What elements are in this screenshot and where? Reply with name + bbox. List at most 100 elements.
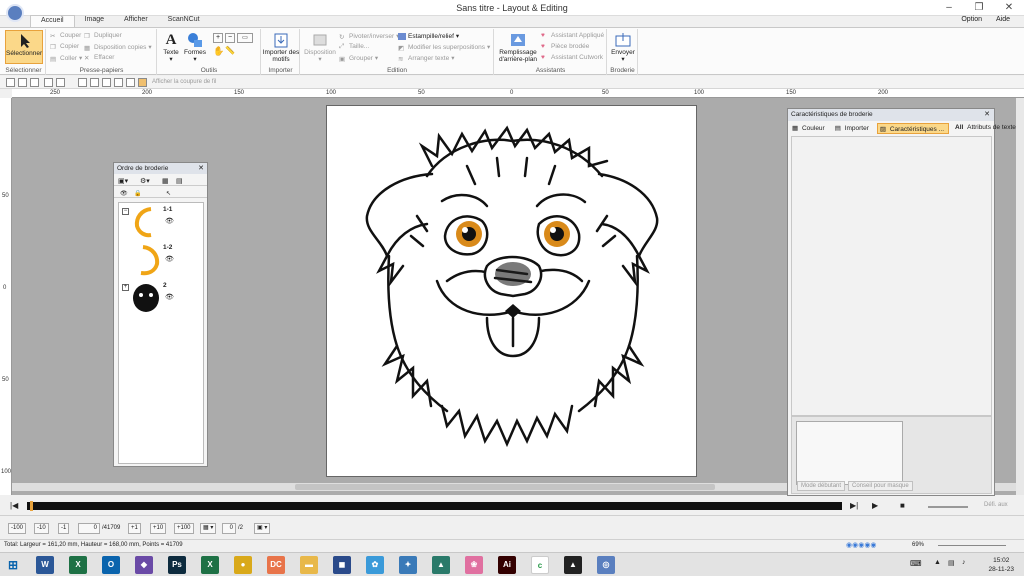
- photoshop-icon[interactable]: Ps: [168, 556, 186, 574]
- page-field[interactable]: 0: [222, 523, 236, 534]
- excel2-icon[interactable]: X: [201, 556, 219, 574]
- chrome-icon[interactable]: ●: [234, 556, 252, 574]
- filter-icon[interactable]: ⚙▾: [140, 177, 150, 185]
- import-patterns-button[interactable]: Importer des motifs: [262, 30, 300, 63]
- copy-layout-button[interactable]: ▦ Disposition copies ▾: [84, 43, 152, 52]
- design-canvas[interactable]: [326, 105, 697, 477]
- folder-icon[interactable]: ▬: [300, 556, 318, 574]
- step-plus-1-button[interactable]: +1: [128, 523, 141, 534]
- skip-forward-icon[interactable]: ▶|: [850, 501, 858, 510]
- dog-embroidery-design[interactable]: [327, 106, 696, 476]
- scroll-thumb[interactable]: [295, 484, 715, 490]
- applique-assistant-button[interactable]: ♥ Assistant Appliqué: [541, 32, 604, 39]
- step-minus-1-button[interactable]: -1: [58, 523, 70, 534]
- group-button[interactable]: ▣ Grouper ▾: [339, 54, 378, 63]
- cut-button[interactable]: ✂ Couper: [50, 32, 81, 40]
- current-stitch-field[interactable]: 0: [78, 523, 100, 534]
- stitch-icon[interactable]: [138, 78, 147, 87]
- option-menu[interactable]: Option: [961, 16, 982, 23]
- paste-button[interactable]: ▤ Coller ▾: [50, 54, 82, 63]
- list-item[interactable]: 1-2 👁: [119, 243, 203, 279]
- redo-icon[interactable]: [56, 78, 65, 87]
- list-item[interactable]: − 1-1 👁: [119, 205, 203, 241]
- beginner-mode-button[interactable]: Mode débutant: [797, 481, 846, 491]
- tab-accueil[interactable]: Accueil: [30, 15, 75, 27]
- app-menu-icon[interactable]: [6, 4, 24, 22]
- eye-icon[interactable]: 👁: [165, 255, 174, 263]
- duplicate-button[interactable]: ❐ Dupliquer: [84, 32, 122, 40]
- measure-icon[interactable]: 📏: [225, 46, 235, 56]
- page-step-button[interactable]: ▣ ▾: [254, 523, 271, 534]
- close-icon[interactable]: ✕: [994, 0, 1024, 16]
- shapes-button[interactable]: Formes ▾: [183, 30, 207, 63]
- view-mode-icons[interactable]: ◉◉◉◉◉: [846, 541, 877, 549]
- rotate-invert-button[interactable]: ↻Pivoter/inverser▾: [339, 32, 399, 41]
- step-minus-100-button[interactable]: -100: [8, 523, 27, 534]
- app-icon[interactable]: ◆: [135, 556, 153, 574]
- stop-icon[interactable]: ■: [900, 501, 905, 510]
- network-icon[interactable]: ▤: [948, 559, 955, 567]
- preview-icon[interactable]: [114, 78, 123, 87]
- color-step-button[interactable]: ▦ ▾: [200, 523, 217, 534]
- app3-icon[interactable]: ✿: [366, 556, 384, 574]
- stamp-relief-button[interactable]: Estampille/relief ▾: [398, 32, 459, 40]
- start-icon[interactable]: ⊞: [4, 556, 22, 574]
- vertical-scrollbar[interactable]: [1016, 98, 1024, 495]
- app5-icon[interactable]: ▲: [432, 556, 450, 574]
- step-minus-10-button[interactable]: -10: [34, 523, 49, 534]
- step-plus-100-button[interactable]: +100: [174, 523, 194, 534]
- illustrator-icon[interactable]: Ai: [498, 556, 516, 574]
- volume-icon[interactable]: ♪: [962, 559, 966, 566]
- modify-overlaps-button[interactable]: ◩ Modifier les superpositions ▾: [398, 43, 490, 52]
- view-icon[interactable]: [78, 78, 87, 87]
- close-icon[interactable]: ✕: [984, 110, 990, 118]
- undo-icon[interactable]: [44, 78, 53, 87]
- eye-icon[interactable]: 👁: [165, 217, 174, 225]
- delete-button[interactable]: ✕ Effacer: [84, 54, 114, 62]
- dc-icon[interactable]: DC: [267, 556, 285, 574]
- zoom-slider[interactable]: [938, 545, 1006, 546]
- keyboard-icon[interactable]: ⌨: [910, 559, 922, 568]
- maximize-icon[interactable]: ❐: [964, 0, 994, 16]
- save-icon[interactable]: [30, 78, 39, 87]
- pointer-icon[interactable]: [126, 78, 135, 87]
- select-button[interactable]: Sélectionner: [5, 30, 43, 64]
- send-button[interactable]: Envoyer ▾: [608, 30, 638, 63]
- fill-background-button[interactable]: Remplissage d'arrière-plan: [497, 30, 539, 63]
- expand-icon[interactable]: +: [122, 284, 129, 291]
- text-button[interactable]: A Texte ▾: [160, 30, 182, 63]
- realistic-view-icon[interactable]: [102, 78, 111, 87]
- speed-slider[interactable]: [928, 506, 968, 508]
- lock-icon[interactable]: 🔒: [134, 190, 141, 197]
- hand-icon[interactable]: ✋: [213, 46, 224, 56]
- sort-icon[interactable]: ▣▾: [118, 177, 128, 185]
- size-button[interactable]: ⤢ Taille...: [339, 43, 369, 50]
- progress-marker[interactable]: [30, 501, 33, 511]
- eye-icon[interactable]: 👁: [165, 293, 174, 301]
- copy-button[interactable]: ❐ Copier: [50, 43, 79, 51]
- stitch-progress-track[interactable]: [27, 501, 842, 511]
- grid-icon[interactable]: [90, 78, 99, 87]
- tab-text-attributes[interactable]: All Attributs de texte: [953, 123, 1020, 134]
- collapse-icon[interactable]: −: [122, 208, 129, 215]
- tab-scanncut[interactable]: ScanNCut: [158, 15, 210, 27]
- pointer-icon[interactable]: ↖: [166, 190, 171, 197]
- word-icon[interactable]: W: [36, 556, 54, 574]
- tab-afficher[interactable]: Afficher: [114, 15, 158, 27]
- step-plus-10-button[interactable]: +10: [150, 523, 167, 534]
- minimize-icon[interactable]: –: [934, 0, 964, 16]
- zoom-in-icon[interactable]: +: [213, 33, 223, 43]
- skip-back-icon[interactable]: |◀: [10, 501, 18, 510]
- network-icon[interactable]: ▲: [934, 559, 941, 566]
- excel-icon[interactable]: X: [69, 556, 87, 574]
- eye-icon[interactable]: 👁: [120, 190, 128, 197]
- arrange-text-button[interactable]: ≋ Arranger texte ▾: [398, 54, 454, 63]
- embroidered-piece-button[interactable]: ♥ Pièce brodée: [541, 43, 589, 50]
- flower-icon[interactable]: ❀: [465, 556, 483, 574]
- tab-import[interactable]: ▤ Importer: [833, 123, 873, 134]
- play-icon[interactable]: ▶: [872, 501, 878, 510]
- color-sort-icon[interactable]: ▦: [162, 177, 169, 185]
- open-icon[interactable]: [18, 78, 27, 87]
- show-cut-line-toggle[interactable]: Afficher la coupure de fil: [152, 79, 216, 85]
- close-icon[interactable]: ✕: [198, 164, 204, 172]
